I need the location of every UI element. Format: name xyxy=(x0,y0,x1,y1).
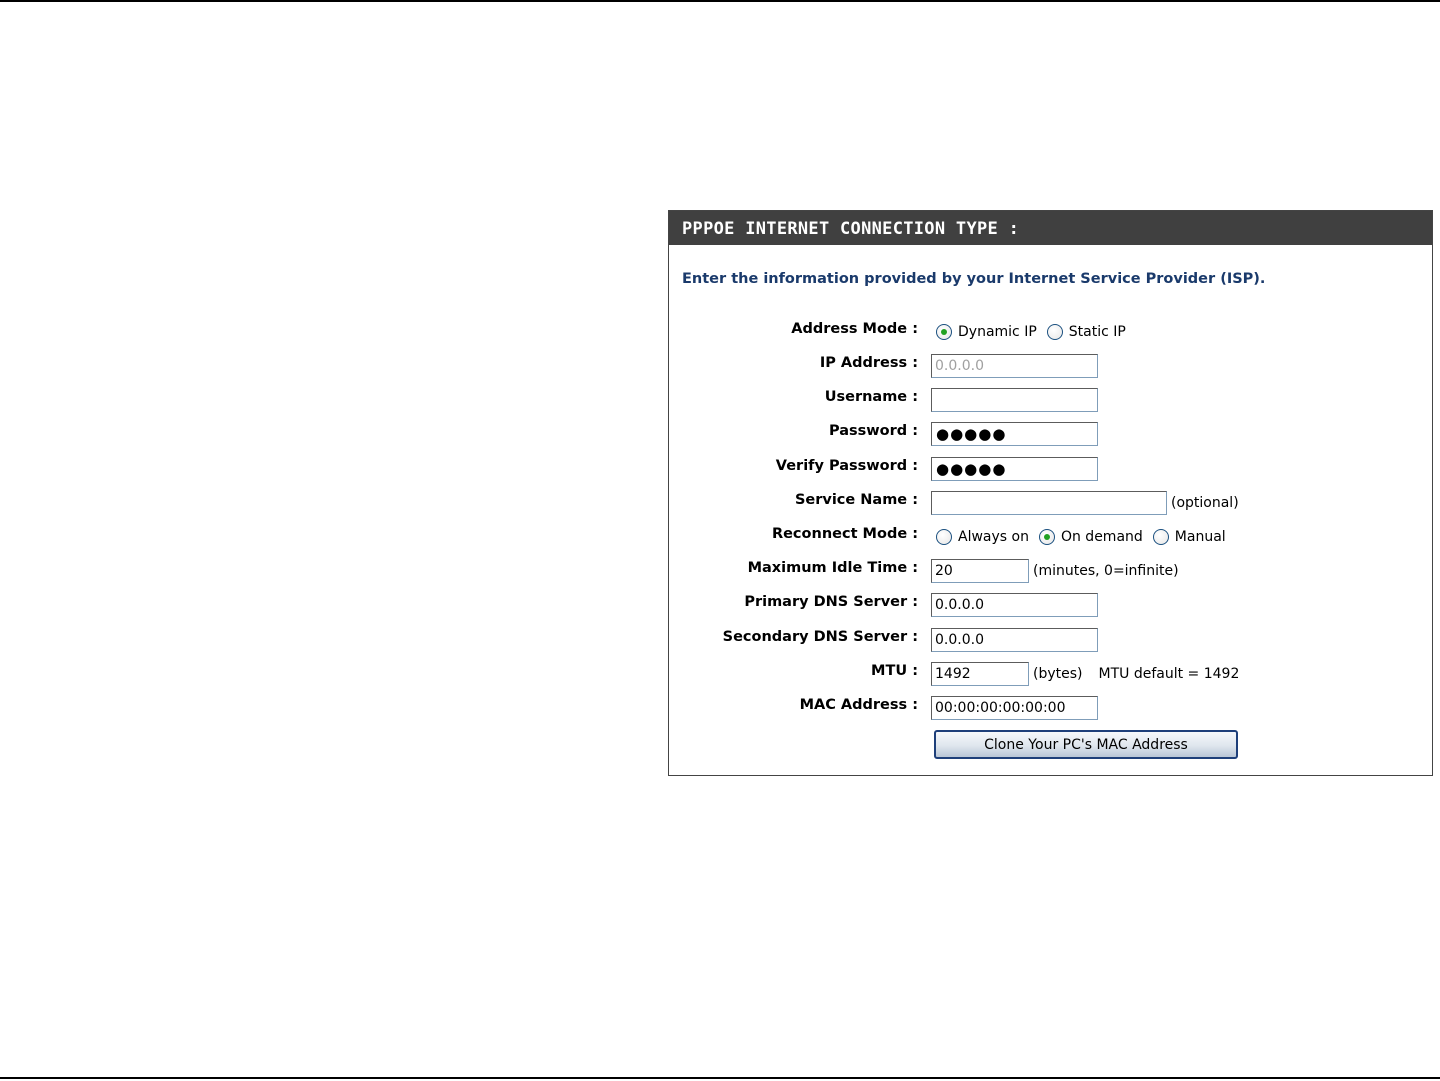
mtu-field-wrap: (bytes) MTU default = 1492 xyxy=(931,661,1239,687)
ip-address-input[interactable] xyxy=(931,354,1098,378)
max-idle-time-field-wrap: (minutes, 0=infinite) xyxy=(931,558,1179,584)
max-idle-time-input[interactable] xyxy=(931,559,1029,583)
verify-password-label: Verify Password : xyxy=(775,458,918,474)
pppoe-settings-panel: PPPOE INTERNET CONNECTION TYPE : Enter t… xyxy=(668,210,1433,776)
password-label: Password : xyxy=(828,423,918,439)
top-divider xyxy=(0,0,1440,2)
mac-address-input[interactable] xyxy=(931,696,1098,720)
password-row: Password : ●●●●● xyxy=(669,421,1434,447)
address-mode-row: Address Mode : Dynamic IP Static IP xyxy=(669,319,1434,345)
username-field-wrap xyxy=(931,387,1098,413)
primary-dns-field-wrap xyxy=(931,592,1098,618)
service-name-label: Service Name : xyxy=(794,492,918,508)
mac-address-label: MAC Address : xyxy=(799,697,918,713)
on-demand-label[interactable]: On demand xyxy=(1061,529,1143,545)
dynamic-ip-label[interactable]: Dynamic IP xyxy=(958,324,1037,340)
mtu-unit: (bytes) xyxy=(1033,666,1083,682)
username-label: Username : xyxy=(824,389,918,405)
clone-mac-address-button[interactable]: Clone Your PC's MAC Address xyxy=(934,730,1238,759)
clone-button-row: Clone Your PC's MAC Address xyxy=(669,730,1434,760)
verify-password-row: Verify Password : ●●●●● xyxy=(669,456,1434,482)
reconnect-mode-row: Reconnect Mode : Always on On demand Man… xyxy=(669,524,1434,550)
address-mode-label: Address Mode : xyxy=(791,321,918,337)
dynamic-ip-radio[interactable] xyxy=(936,324,952,340)
max-idle-time-label: Maximum Idle Time : xyxy=(747,560,918,576)
service-name-input[interactable] xyxy=(931,491,1167,515)
service-name-row: Service Name : (optional) xyxy=(669,490,1434,516)
mtu-row: MTU : (bytes) MTU default = 1492 xyxy=(669,661,1434,687)
username-row: Username : xyxy=(669,387,1434,413)
mtu-default-note: MTU default = 1492 xyxy=(1098,666,1240,682)
username-input[interactable] xyxy=(931,388,1098,412)
reconnect-mode-options: Always on On demand Manual xyxy=(936,524,1236,550)
intro-text: Enter the information provided by your I… xyxy=(682,271,1266,287)
mac-address-field-wrap xyxy=(931,695,1098,721)
ip-address-row: IP Address : xyxy=(669,353,1434,379)
on-demand-radio[interactable] xyxy=(1038,529,1055,545)
password-field-wrap: ●●●●● xyxy=(931,421,1098,447)
secondary-dns-label: Secondary DNS Server : xyxy=(722,629,918,645)
mtu-input[interactable] xyxy=(931,662,1029,686)
password-input[interactable]: ●●●●● xyxy=(931,422,1098,446)
secondary-dns-input[interactable] xyxy=(931,628,1098,652)
max-idle-time-unit: (minutes, 0=infinite) xyxy=(1033,563,1179,579)
reconnect-mode-label: Reconnect Mode : xyxy=(771,526,918,542)
bottom-divider xyxy=(0,1077,1440,1079)
verify-password-input[interactable]: ●●●●● xyxy=(931,457,1098,481)
ip-address-label: IP Address : xyxy=(819,355,918,371)
ip-address-field-wrap xyxy=(931,353,1098,379)
primary-dns-input[interactable] xyxy=(931,593,1098,617)
max-idle-time-row: Maximum Idle Time : (minutes, 0=infinite… xyxy=(669,558,1434,584)
manual-radio[interactable] xyxy=(1152,529,1169,545)
manual-label[interactable]: Manual xyxy=(1175,529,1226,545)
mtu-label: MTU : xyxy=(871,663,918,679)
verify-password-field-wrap: ●●●●● xyxy=(931,456,1098,482)
mac-address-row: MAC Address : xyxy=(669,695,1434,721)
service-name-optional-note: (optional) xyxy=(1171,495,1239,511)
always-on-radio[interactable] xyxy=(936,529,952,545)
secondary-dns-field-wrap xyxy=(931,627,1098,653)
panel-title: PPPOE INTERNET CONNECTION TYPE : xyxy=(669,211,1432,245)
always-on-label[interactable]: Always on xyxy=(958,529,1029,545)
secondary-dns-row: Secondary DNS Server : xyxy=(669,627,1434,653)
static-ip-radio[interactable] xyxy=(1046,324,1063,340)
primary-dns-label: Primary DNS Server : xyxy=(744,594,918,610)
address-mode-options: Dynamic IP Static IP xyxy=(936,319,1136,345)
primary-dns-row: Primary DNS Server : xyxy=(669,592,1434,618)
static-ip-label[interactable]: Static IP xyxy=(1069,324,1126,340)
service-name-field-wrap: (optional) xyxy=(931,490,1239,516)
page: PPPOE INTERNET CONNECTION TYPE : Enter t… xyxy=(0,0,1440,1081)
